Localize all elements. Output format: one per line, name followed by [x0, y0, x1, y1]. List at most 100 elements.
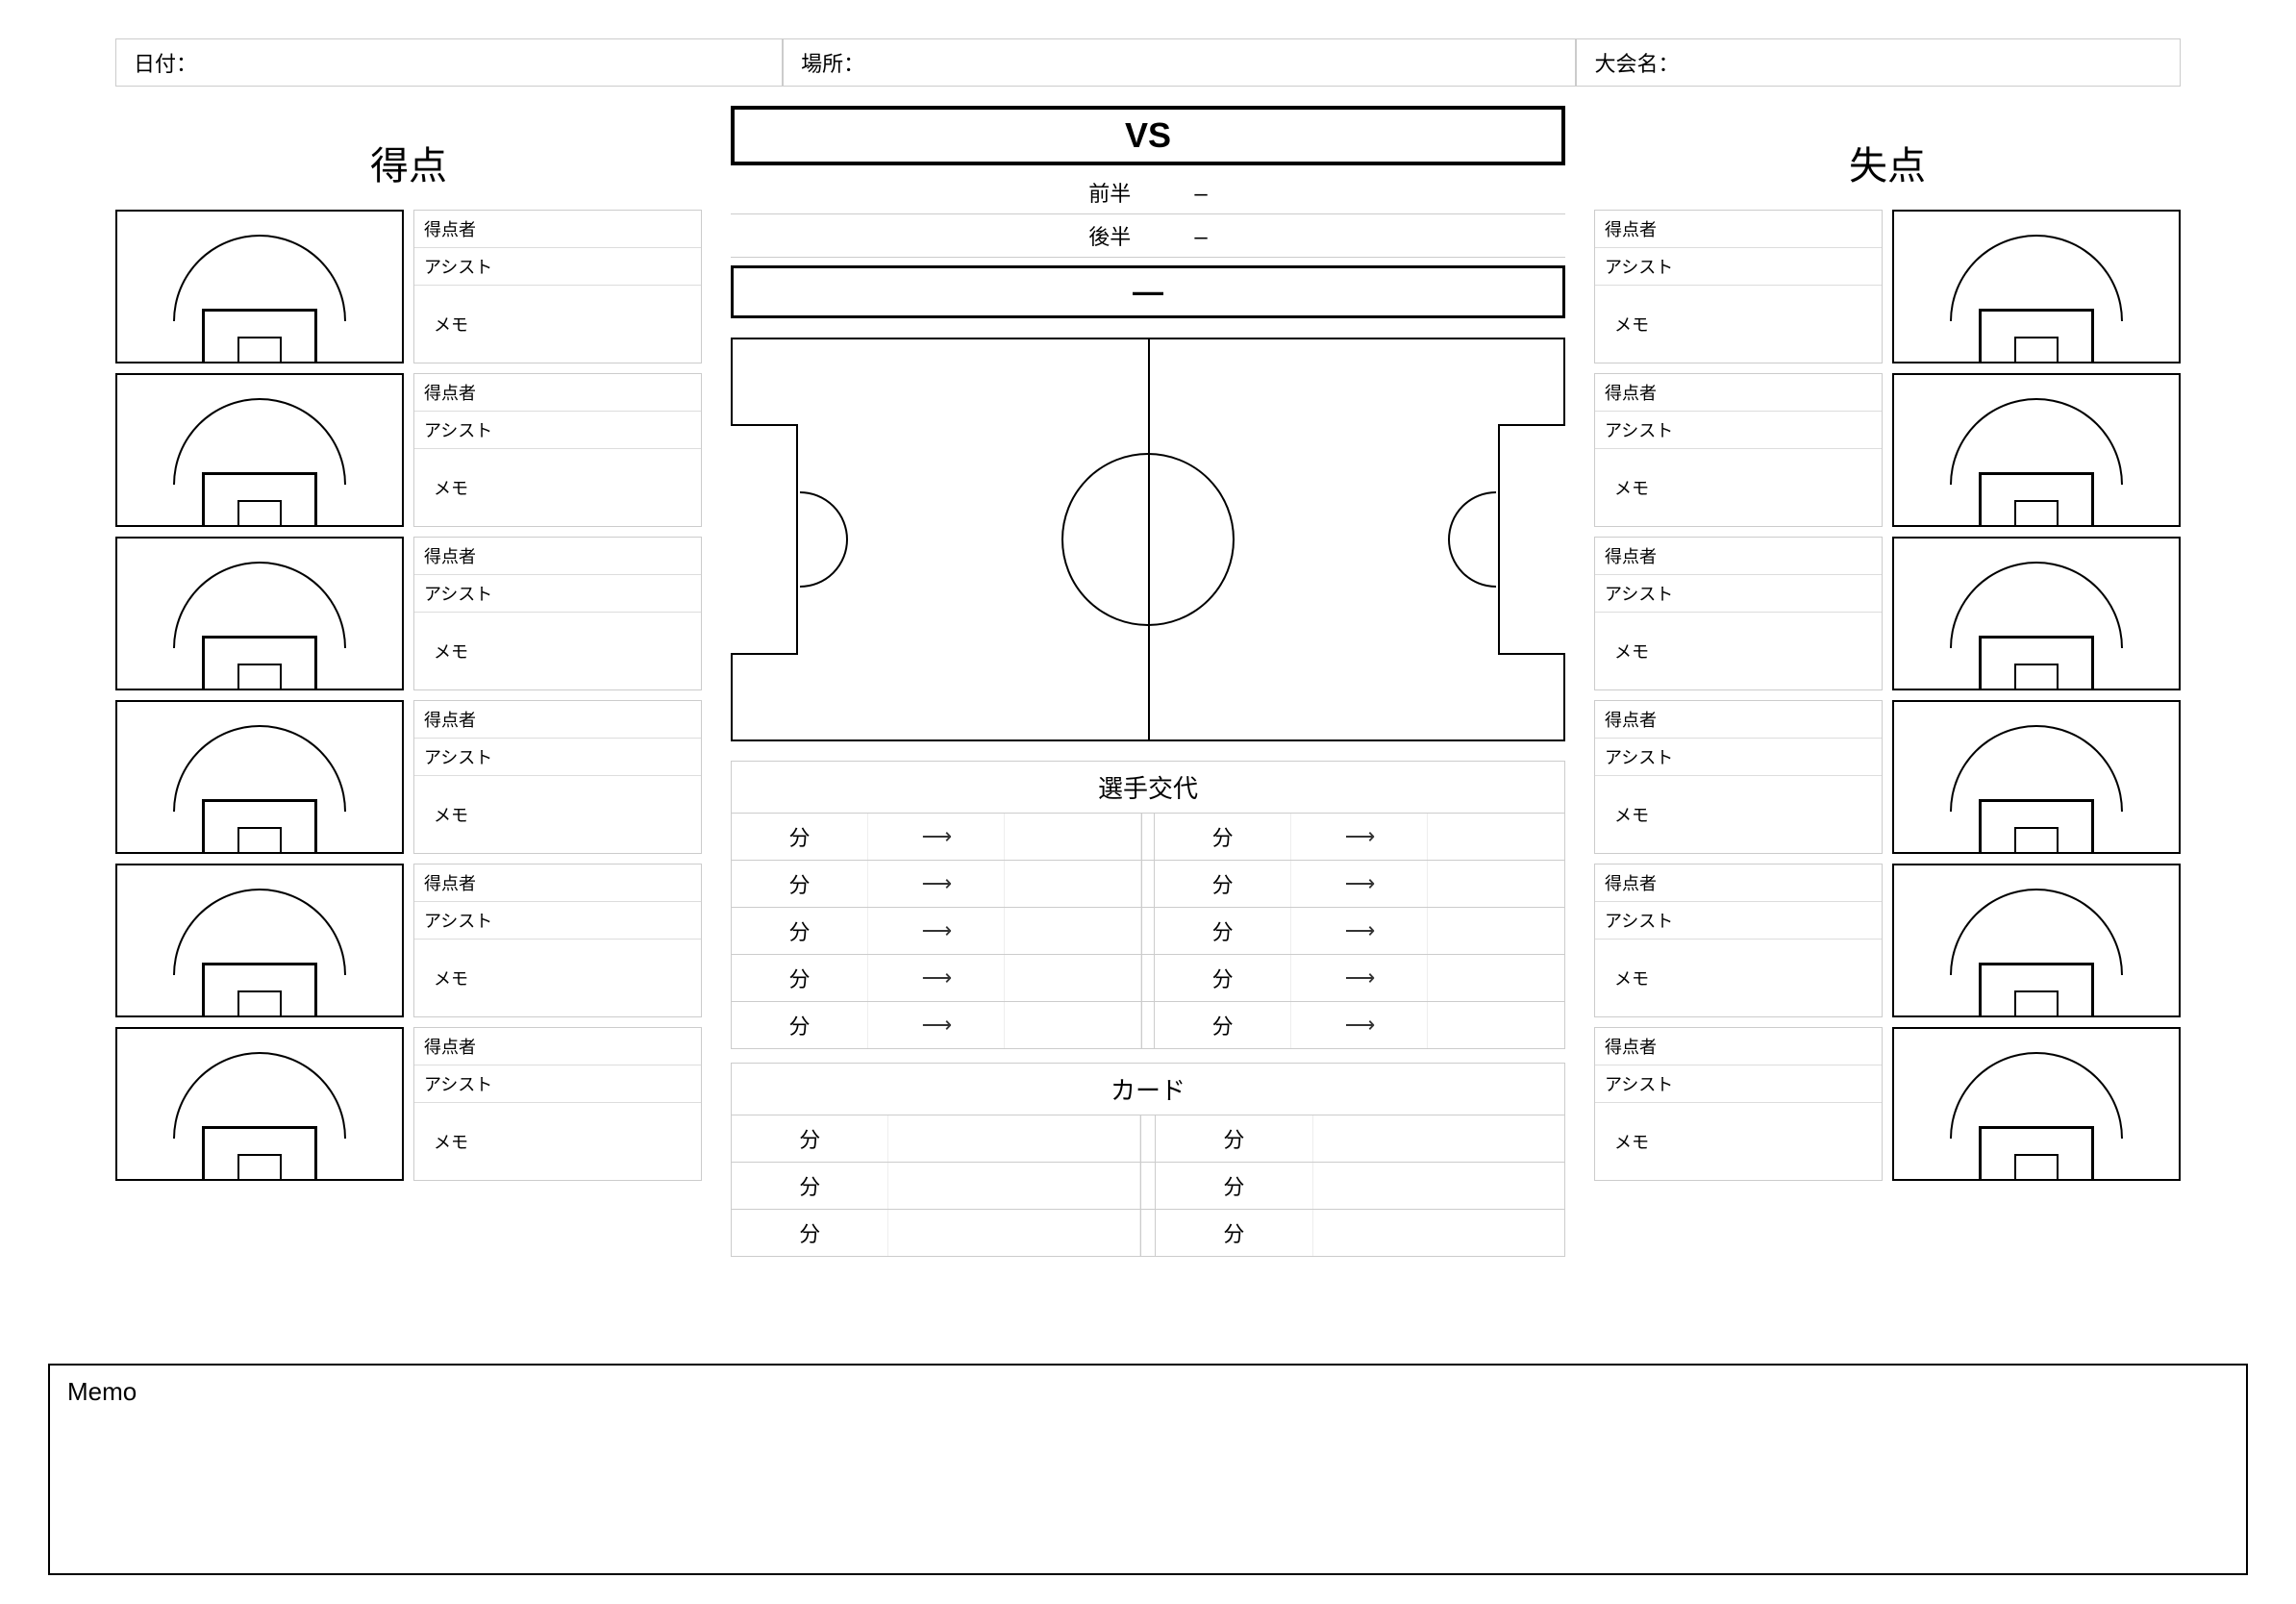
- card-row[interactable]: 分 分: [732, 1115, 1564, 1163]
- scorer-row[interactable]: 得点者: [1595, 1028, 1882, 1065]
- goal-memo-row[interactable]: メモ: [414, 776, 701, 853]
- goal-diagram[interactable]: [115, 210, 404, 363]
- sub-in[interactable]: [1005, 1002, 1141, 1048]
- goal-memo-row[interactable]: メモ: [414, 613, 701, 689]
- card-player[interactable]: [888, 1210, 1139, 1256]
- sub-in[interactable]: [1005, 908, 1141, 954]
- scorer-row[interactable]: 得点者: [1595, 211, 1882, 248]
- goal-memo-row[interactable]: メモ: [1595, 613, 1882, 689]
- goal-memo-row[interactable]: メモ: [414, 940, 701, 1016]
- scorer-row[interactable]: 得点者: [414, 865, 701, 902]
- assist-row[interactable]: アシスト: [414, 248, 701, 286]
- assist-row[interactable]: アシスト: [414, 412, 701, 449]
- card-minute[interactable]: 分: [732, 1115, 888, 1162]
- sub-in[interactable]: [1005, 955, 1141, 1001]
- date-field[interactable]: 日付：: [115, 38, 783, 87]
- assist-row[interactable]: アシスト: [414, 1065, 701, 1103]
- place-field[interactable]: 場所：: [783, 38, 1576, 87]
- sub-minute[interactable]: 分: [732, 861, 868, 907]
- goal-diagram[interactable]: [1892, 210, 2181, 363]
- sub-minute[interactable]: 分: [1155, 908, 1291, 954]
- goal-memo-row[interactable]: メモ: [1595, 1103, 1882, 1180]
- goal-meta: 得点者 アシスト メモ: [413, 1027, 702, 1181]
- memo-box[interactable]: Memo: [48, 1364, 2248, 1575]
- assist-row[interactable]: アシスト: [414, 739, 701, 776]
- goal-memo-row[interactable]: メモ: [414, 286, 701, 363]
- scorer-row[interactable]: 得点者: [1595, 701, 1882, 739]
- goal-row: 得点者 アシスト メモ: [115, 210, 702, 363]
- card-row[interactable]: 分 分: [732, 1210, 1564, 1257]
- goal-diagram[interactable]: [1892, 864, 2181, 1017]
- goal-diagram[interactable]: [1892, 1027, 2181, 1181]
- scorer-row[interactable]: 得点者: [1595, 865, 1882, 902]
- sub-row[interactable]: 分 ⟶ 分 ⟶: [732, 814, 1564, 861]
- card-minute[interactable]: 分: [1156, 1115, 1312, 1162]
- goal-row: 得点者 アシスト メモ: [115, 1027, 702, 1181]
- scorer-row[interactable]: 得点者: [414, 538, 701, 575]
- scorer-row[interactable]: 得点者: [414, 701, 701, 739]
- sub-in[interactable]: [1428, 955, 1564, 1001]
- goal-memo-row[interactable]: メモ: [1595, 286, 1882, 363]
- scorer-row[interactable]: 得点者: [414, 1028, 701, 1065]
- tournament-field[interactable]: 大会名：: [1576, 38, 2181, 87]
- sub-row[interactable]: 分 ⟶ 分 ⟶: [732, 908, 1564, 955]
- sub-minute[interactable]: 分: [1155, 1002, 1291, 1048]
- sub-row[interactable]: 分 ⟶ 分 ⟶: [732, 1002, 1564, 1049]
- sub-minute[interactable]: 分: [732, 908, 868, 954]
- scorer-row[interactable]: 得点者: [414, 374, 701, 412]
- card-player[interactable]: [888, 1115, 1139, 1162]
- sub-minute[interactable]: 分: [732, 814, 868, 860]
- card-player[interactable]: [1313, 1115, 1564, 1162]
- goal-memo-row[interactable]: メモ: [1595, 449, 1882, 526]
- sub-minute[interactable]: 分: [732, 955, 868, 1001]
- goal-meta: 得点者 アシスト メモ: [413, 373, 702, 527]
- assist-row[interactable]: アシスト: [414, 902, 701, 940]
- assist-row[interactable]: アシスト: [1595, 1065, 1882, 1103]
- pitch-diagram[interactable]: [731, 338, 1565, 741]
- assist-row[interactable]: アシスト: [1595, 739, 1882, 776]
- goal-diagram[interactable]: [115, 373, 404, 527]
- goal-diagram[interactable]: [115, 537, 404, 690]
- card-minute[interactable]: 分: [1156, 1210, 1312, 1256]
- goal-diagram[interactable]: [1892, 537, 2181, 690]
- card-row[interactable]: 分 分: [732, 1163, 1564, 1210]
- card-player[interactable]: [888, 1163, 1139, 1209]
- assist-row[interactable]: アシスト: [1595, 412, 1882, 449]
- goal-diagram[interactable]: [115, 700, 404, 854]
- assist-row[interactable]: アシスト: [1595, 575, 1882, 613]
- card-minute[interactable]: 分: [732, 1163, 888, 1209]
- sub-in[interactable]: [1428, 861, 1564, 907]
- card-minute[interactable]: 分: [732, 1210, 888, 1256]
- assist-row[interactable]: アシスト: [1595, 902, 1882, 940]
- scorer-row[interactable]: 得点者: [1595, 538, 1882, 575]
- sub-minute[interactable]: 分: [732, 1002, 868, 1048]
- assist-row[interactable]: アシスト: [414, 575, 701, 613]
- goal-memo-row[interactable]: メモ: [1595, 940, 1882, 1016]
- card-player[interactable]: [1313, 1210, 1564, 1256]
- sub-in[interactable]: [1428, 908, 1564, 954]
- card-minute[interactable]: 分: [1156, 1163, 1312, 1209]
- goal-memo-row[interactable]: メモ: [414, 1103, 701, 1180]
- goal-memo-row[interactable]: メモ: [1595, 776, 1882, 853]
- sub-row[interactable]: 分 ⟶ 分 ⟶: [732, 955, 1564, 1002]
- scorer-row[interactable]: 得点者: [414, 211, 701, 248]
- assist-row[interactable]: アシスト: [1595, 248, 1882, 286]
- scorer-row[interactable]: 得点者: [1595, 374, 1882, 412]
- sub-in[interactable]: [1428, 1002, 1564, 1048]
- goal-row: 得点者 アシスト メモ: [1594, 537, 2181, 690]
- goal-row: 得点者 アシスト メモ: [1594, 210, 2181, 363]
- sub-in[interactable]: [1005, 861, 1141, 907]
- goal-diagram[interactable]: [115, 1027, 404, 1181]
- card-player[interactable]: [1313, 1163, 1564, 1209]
- goal-memo-row[interactable]: メモ: [414, 449, 701, 526]
- goal-diagram[interactable]: [1892, 700, 2181, 854]
- sub-minute[interactable]: 分: [1155, 955, 1291, 1001]
- goal-diagram[interactable]: [1892, 373, 2181, 527]
- sub-in[interactable]: [1005, 814, 1141, 860]
- sub-minute[interactable]: 分: [1155, 814, 1291, 860]
- cards-table: 分 分 分 分 分 分: [731, 1115, 1565, 1257]
- sub-minute[interactable]: 分: [1155, 861, 1291, 907]
- sub-in[interactable]: [1428, 814, 1564, 860]
- goal-diagram[interactable]: [115, 864, 404, 1017]
- sub-row[interactable]: 分 ⟶ 分 ⟶: [732, 861, 1564, 908]
